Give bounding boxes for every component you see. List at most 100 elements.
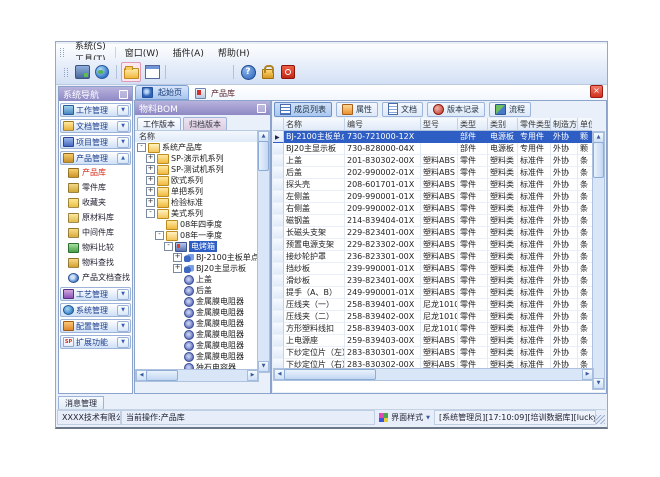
scrollbar-thumb[interactable] bbox=[593, 142, 604, 178]
tree-node[interactable]: 金属膜电阻器 bbox=[135, 340, 259, 351]
table-row[interactable]: 上盖 201-830302-00X 塑料ABS 零件 塑料类 标准件 外协 条 bbox=[273, 155, 594, 167]
version-tab[interactable]: 归档版本 bbox=[183, 117, 227, 130]
table-row[interactable]: 右侧盖 209-990002-01X 塑料ABS 零件 塑料类 标准件 外协 条 bbox=[273, 203, 594, 215]
column-header[interactable]: 零件类型 bbox=[518, 118, 551, 131]
sidebar-group-button[interactable]: 配置管理 ▼ bbox=[60, 319, 131, 333]
tree-node[interactable]: - 系统产品库 bbox=[135, 142, 259, 153]
tree-expander[interactable]: + bbox=[146, 198, 155, 207]
tree-node[interactable]: - 电烤箱 bbox=[135, 241, 259, 252]
tree-node[interactable]: 后盖 bbox=[135, 285, 259, 296]
message-manager-tab[interactable]: 消息管理 bbox=[58, 396, 104, 410]
resize-grip[interactable] bbox=[596, 415, 605, 424]
table-row[interactable]: 压线夹（二） 258-839402-00X 尼龙1010 零件 塑料类 标准件 … bbox=[273, 311, 594, 323]
scroll-down-icon[interactable]: ▼ bbox=[593, 378, 604, 389]
table-row[interactable]: 左侧盖 209-990001-01X 塑料ABS 零件 塑料类 标准件 外协 条 bbox=[273, 191, 594, 203]
tree-node[interactable]: + SP-演示机系列 bbox=[135, 153, 259, 164]
sidebar-group-button[interactable]: SP 扩展功能 ▼ bbox=[60, 335, 131, 349]
document-tab[interactable]: 起始页 bbox=[135, 85, 189, 100]
chevron-icon[interactable]: ▼ bbox=[117, 121, 129, 132]
tree-node[interactable]: 金属膜电阻器 bbox=[135, 318, 259, 329]
toolbar-button[interactable] bbox=[143, 63, 161, 81]
table-row[interactable]: 挡纱板 239-990001-01X 塑料ABS 零件 塑料类 标准件 外协 条 bbox=[273, 263, 594, 275]
tree-node[interactable]: + 检验标准 bbox=[135, 197, 259, 208]
tree-horizontal-scrollbar[interactable]: ◀ ▶ bbox=[135, 369, 259, 382]
pin-icon[interactable] bbox=[119, 90, 128, 99]
chevron-icon[interactable]: ▼ bbox=[117, 337, 129, 348]
toolbar-button[interactable] bbox=[191, 63, 209, 81]
table-row[interactable]: 预置电源支架 229-823302-00X 塑料ABS 零件 塑料类 标准件 外… bbox=[273, 239, 594, 251]
sidebar-item[interactable]: 产品库 bbox=[59, 165, 132, 180]
toolbar-button[interactable] bbox=[239, 63, 257, 81]
tree-vertical-scrollbar[interactable]: ▲ ▼ bbox=[257, 130, 270, 373]
chevron-icon[interactable]: ▼ bbox=[117, 305, 129, 316]
drag-handle[interactable] bbox=[64, 68, 68, 77]
tree-node[interactable]: 金属膜电阻器 bbox=[135, 351, 259, 362]
chevron-icon[interactable]: ▼ bbox=[117, 289, 129, 300]
tree-node[interactable]: 08年四季度 bbox=[135, 219, 259, 230]
column-header[interactable]: 名称 bbox=[284, 118, 345, 131]
chevron-icon[interactable]: ▲ bbox=[117, 153, 129, 164]
tree-expander[interactable]: + bbox=[173, 264, 182, 273]
close-tab-icon[interactable]: × bbox=[590, 85, 603, 98]
tree-node[interactable]: 金属膜电阻器 bbox=[135, 307, 259, 318]
tree-expander[interactable]: + bbox=[146, 165, 155, 174]
table-row[interactable]: 后盖 202-990002-01X 塑料ABS 零件 塑料类 标准件 外协 条 bbox=[273, 167, 594, 179]
table-row[interactable]: 上电源座 259-839403-00X 塑料ABS 零件 塑料类 标准件 外协 … bbox=[273, 335, 594, 347]
tree-node[interactable]: + 欧式系列 bbox=[135, 175, 259, 186]
tree-expander[interactable]: + bbox=[146, 154, 155, 163]
sidebar-group-button[interactable]: 系统管理 ▼ bbox=[60, 303, 131, 317]
scrollbar-thumb[interactable] bbox=[146, 370, 178, 381]
sidebar-item[interactable]: 物料查找 bbox=[59, 255, 132, 270]
toolbar-button[interactable] bbox=[73, 63, 91, 81]
scroll-down-icon[interactable]: ▼ bbox=[258, 361, 269, 372]
toolbar-button[interactable] bbox=[121, 62, 141, 82]
table-row[interactable]: 方形塑料线扣 258-839403-00X 尼龙1010 零件 塑料类 标准件 … bbox=[273, 323, 594, 335]
menu-item[interactable]: 系统(S) bbox=[68, 39, 113, 52]
chevron-icon[interactable]: ▼ bbox=[117, 321, 129, 332]
table-row[interactable]: BJ-2100主板单点 730-721000-12X 部件 电源板 专用件 外协… bbox=[273, 131, 594, 143]
tree-node[interactable]: 金属膜电阻器 bbox=[135, 329, 259, 340]
table-row[interactable]: 提手（A、B） 249-990001-01X 塑料ABS 零件 塑料类 标准件 … bbox=[273, 287, 594, 299]
tree-node[interactable]: 金属膜电阻器 bbox=[135, 296, 259, 307]
sidebar-item[interactable]: 原材料库 bbox=[59, 210, 132, 225]
table-row[interactable]: 压线夹（一） 258-839401-00X 尼龙1010 零件 塑料类 标准件 … bbox=[273, 299, 594, 311]
sidebar-item[interactable]: 收藏夹 bbox=[59, 195, 132, 210]
sidebar-item[interactable]: 物料比较 bbox=[59, 240, 132, 255]
sidebar-item[interactable]: 中间件库 bbox=[59, 225, 132, 240]
detail-tab[interactable]: 版本记录 bbox=[427, 102, 485, 117]
toolbar-button[interactable] bbox=[211, 63, 229, 81]
drag-handle[interactable] bbox=[60, 48, 64, 57]
interface-style-dropdown[interactable]: 界面样式 ▼ bbox=[375, 410, 434, 425]
detail-tab[interactable]: 流程 bbox=[489, 102, 531, 117]
detail-tab[interactable]: 成员列表 bbox=[274, 102, 332, 117]
scroll-right-icon[interactable]: ▶ bbox=[247, 370, 258, 381]
tree-expander[interactable]: + bbox=[146, 187, 155, 196]
tree-node[interactable]: + BJ20主显示板 bbox=[135, 263, 259, 274]
table-row[interactable]: BJ20主显示板 730-828000-04X 部件 电源板 专用件 外协 颗 bbox=[273, 143, 594, 155]
table-row[interactable]: 磁钢盖 214-839404-01X 塑料ABS 零件 塑料类 标准件 外协 条 bbox=[273, 215, 594, 227]
column-header[interactable]: 型号 bbox=[421, 118, 458, 131]
menu-item[interactable]: 插件(A) bbox=[166, 46, 211, 59]
column-header[interactable]: 制造方式 bbox=[551, 118, 578, 131]
sidebar-group-button[interactable]: 项目管理 ▼ bbox=[60, 135, 131, 149]
sidebar-item[interactable]: 零件库 bbox=[59, 180, 132, 195]
grid-horizontal-scrollbar[interactable]: ◀ ▶ bbox=[273, 368, 594, 381]
chevron-icon[interactable]: ▼ bbox=[117, 137, 129, 148]
scroll-right-icon[interactable]: ▶ bbox=[582, 369, 593, 380]
menu-item[interactable]: 窗口(W) bbox=[118, 46, 166, 59]
tree-node[interactable]: + SP-测试机系列 bbox=[135, 164, 259, 175]
sidebar-group-button[interactable]: 产品管理 ▲ bbox=[60, 151, 131, 165]
table-row[interactable]: 长磁头支架 229-823401-00X 塑料ABS 零件 塑料类 标准件 外协… bbox=[273, 227, 594, 239]
tree-node[interactable]: - 美式系列 bbox=[135, 208, 259, 219]
document-tab[interactable]: 产品库 bbox=[189, 87, 241, 100]
tree-node[interactable]: + BJ-2100主板单点 bbox=[135, 252, 259, 263]
sidebar-item[interactable]: 产品文档查找 bbox=[59, 270, 132, 285]
pin-icon[interactable] bbox=[257, 104, 266, 113]
version-tab[interactable]: 工作版本 bbox=[137, 117, 181, 130]
tree-node[interactable]: 上盖 bbox=[135, 274, 259, 285]
grid-vertical-scrollbar[interactable]: ▲ ▼ bbox=[592, 131, 605, 390]
toolbar-button[interactable] bbox=[259, 63, 277, 81]
sidebar-group-button[interactable]: 工艺管理 ▼ bbox=[60, 287, 131, 301]
column-header[interactable]: 类型 bbox=[458, 118, 488, 131]
menu-item[interactable]: 帮助(H) bbox=[211, 46, 257, 59]
